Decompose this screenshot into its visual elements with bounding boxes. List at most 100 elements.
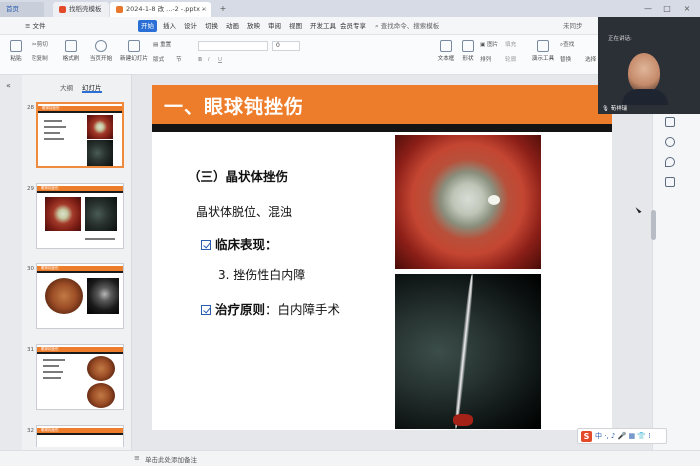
thumb-text-line [44,132,60,134]
copy-button[interactable]: ⎘复制 [32,55,48,64]
collapse-panel-icon[interactable]: « [6,81,11,90]
paste-button[interactable]: 粘贴 [6,40,26,62]
right-sidebar [652,75,700,450]
slide-number: 32 [27,428,34,434]
text-box-button[interactable]: 文本框 [436,40,456,62]
notes-placeholder[interactable]: 单击此处添加备注 [145,454,197,464]
slit-beam [452,274,476,429]
thumb-photo [87,278,119,314]
thumb-photo [87,383,115,408]
select-button[interactable]: 选择 [585,56,596,65]
slide-thumbnail-31[interactable]: 眼球钝挫伤 [36,344,124,410]
menu-bar: ≡ 文件 开始 插入 设计 切换 动画 放映 审阅 视图 开发工具 会员专享 ⌕… [0,17,700,35]
slide-title-underline [152,124,612,132]
new-slide-icon [128,40,140,52]
section-button[interactable]: 节 [176,56,182,65]
thumb-text-line [43,365,59,367]
find-button[interactable]: ⌕查找 [560,41,574,50]
pptx-icon [116,5,123,13]
thumb-divider [37,433,123,435]
slide-thumbnail-28[interactable]: 眼球钝挫伤 [36,102,124,168]
slide-number: 29 [27,186,34,192]
menu-design[interactable]: 设计 [181,20,200,32]
maximize-button[interactable]: □ [660,2,674,15]
underline-button[interactable]: U [218,56,222,65]
command-search[interactable]: ⌕ 查找命令、搜索模板 [372,20,442,32]
arrange-button[interactable]: 排列 [480,56,491,65]
bold-button[interactable]: B [198,56,202,65]
play-from-current-button[interactable]: 当页开始 [88,40,114,62]
close-tab-icon[interactable]: × [202,2,207,17]
slideshow-tools-button[interactable]: 演示工具 [530,40,556,62]
menu-member[interactable]: 会员专享 [337,20,369,32]
thumb-photo [85,197,117,231]
checkbox-icon [201,305,211,315]
slit-lamp-photo [395,274,541,429]
italic-button[interactable]: I [208,56,210,65]
video-conference-tile[interactable]: 正在讲话: 🎙 荀祥瑞 [598,17,700,114]
slide-title: 一、眼球钝挫伤 [164,96,305,118]
outline-button[interactable]: 轮廓 [505,56,516,65]
thumb-divider [38,111,122,113]
format-painter-button[interactable]: 格式刷 [60,40,82,62]
slide-number: 30 [27,266,34,272]
title-bar: 首页 找稻壳模板 2024-1-8 改 ...-2 -.pptx - 改× + … [0,0,700,28]
current-slide[interactable]: 一、眼球钝挫伤 （三）晶状体挫伤 晶状体脱位、混浊 临床表现： 3. 挫伤性白内… [152,85,612,430]
menu-view[interactable]: 视图 [286,20,305,32]
menu-developer[interactable]: 开发工具 [307,20,339,32]
fill-button[interactable]: 填充 [505,41,516,50]
ime-toolbar[interactable]: S 中 ·, ♪ 🎤 ▦ 👕 ⁞ [577,428,667,444]
panel-collapse-strip: « [0,75,22,450]
shape-button[interactable]: 形状 [458,40,478,62]
thumb-photo [45,278,83,314]
ime-controls[interactable]: 中 ·, ♪ 🎤 ▦ 👕 ⁞ [595,431,651,441]
sync-status[interactable]: 未同步 [560,20,586,32]
new-slide-button[interactable]: 新建幻灯片 [119,40,149,62]
font-name-select[interactable] [198,41,268,51]
file-menu[interactable]: ≡ 文件 [22,20,49,32]
docer-icon [59,5,66,13]
location-icon[interactable] [665,157,675,167]
settings-icon[interactable] [665,177,675,187]
play-icon [95,40,107,52]
replace-button[interactable]: 替换 [560,56,571,65]
tab-outline[interactable]: 大纲 [60,83,73,93]
font-size-select[interactable]: 0 [272,41,300,51]
new-tab-button[interactable]: + [216,2,230,15]
speaker-name: 🎙 荀祥瑞 [602,106,628,112]
tab-document[interactable]: 2024-1-8 改 ...-2 -.pptx - 改× [110,2,211,28]
vertical-scrollbar[interactable] [651,210,656,240]
minimize-button[interactable]: — [641,2,655,15]
thumb-text-line [43,359,65,361]
picture-button[interactable]: ▣ 图片 [480,41,498,50]
presenter-icon [537,40,549,52]
thumb-text-line [44,120,62,122]
slide-thumbnail-30[interactable]: 眼球钝挫伤 [36,263,124,329]
menu-insert[interactable]: 插入 [160,20,179,32]
speaker-avatar [628,53,660,93]
close-window-button[interactable]: × [680,2,694,15]
cut-button[interactable]: ✂剪切 [32,41,48,50]
animation-icon[interactable] [665,137,675,147]
light-reflection [488,195,500,205]
menu-transition[interactable]: 切换 [202,20,221,32]
cataract-photo [395,135,541,269]
menu-animation[interactable]: 动画 [223,20,242,32]
tab-home[interactable]: 首页 [0,2,44,17]
menu-review[interactable]: 审阅 [265,20,284,32]
slide-thumbnail-29[interactable]: 眼球钝挫伤 [36,183,124,249]
menu-slideshow[interactable]: 放映 [244,20,263,32]
layout-button[interactable]: 版式 [153,56,164,65]
reset-button[interactable]: ▤ 重置 [153,41,171,50]
properties-icon[interactable] [665,117,675,127]
textbox-icon [440,40,452,52]
clinical-item: 临床表现： [201,234,278,253]
tab-template[interactable]: 找稻壳模板 [53,2,109,17]
slide-thumbnail-32[interactable]: 眼球钝挫伤 [36,425,124,447]
menu-home[interactable]: 开始 [138,20,157,32]
status-bar: ≡ 单击此处添加备注 [0,450,700,466]
slide-number: 28 [27,105,34,111]
thumb-divider [37,271,123,273]
thumb-divider [37,191,123,193]
tab-slides[interactable]: 幻灯片 [82,83,102,93]
